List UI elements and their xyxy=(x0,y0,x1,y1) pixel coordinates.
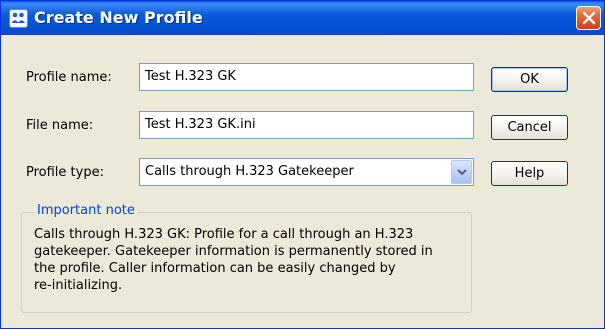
dropdown-button[interactable] xyxy=(451,160,472,184)
title-bar[interactable]: Create New Profile xyxy=(1,1,604,35)
close-button[interactable] xyxy=(576,6,601,30)
important-note-legend: Important note xyxy=(34,203,138,218)
ok-button[interactable]: OK xyxy=(491,67,568,92)
help-button[interactable]: Help xyxy=(491,161,568,186)
profile-name-label: Profile name: xyxy=(26,70,112,85)
close-icon xyxy=(582,11,595,25)
important-note-text: Calls through H.323 GK: Profile for a ca… xyxy=(34,226,464,294)
cancel-button[interactable]: Cancel xyxy=(491,115,568,140)
profile-type-value: Calls through H.323 Gatekeeper xyxy=(145,164,354,179)
profile-name-input[interactable]: Test H.323 GK xyxy=(139,63,474,91)
create-profile-dialog: Create New Profile Profile name: Test H.… xyxy=(0,0,605,329)
chevron-down-icon xyxy=(456,169,467,176)
profile-type-label: Profile type: xyxy=(26,165,104,180)
window-title: Create New Profile xyxy=(34,8,203,27)
profile-type-select[interactable]: Calls through H.323 Gatekeeper xyxy=(139,158,474,186)
file-name-input[interactable]: Test H.323 GK.ini xyxy=(139,111,474,139)
file-name-label: File name: xyxy=(26,118,94,133)
note-line: the profile. Caller information can be e… xyxy=(34,261,396,276)
note-line: Calls through H.323 GK: Profile for a ca… xyxy=(34,227,414,242)
note-line: gatekeeper. Gatekeeper information is pe… xyxy=(34,244,433,259)
profile-app-icon xyxy=(9,9,28,28)
note-line: re-initializing. xyxy=(34,278,123,293)
